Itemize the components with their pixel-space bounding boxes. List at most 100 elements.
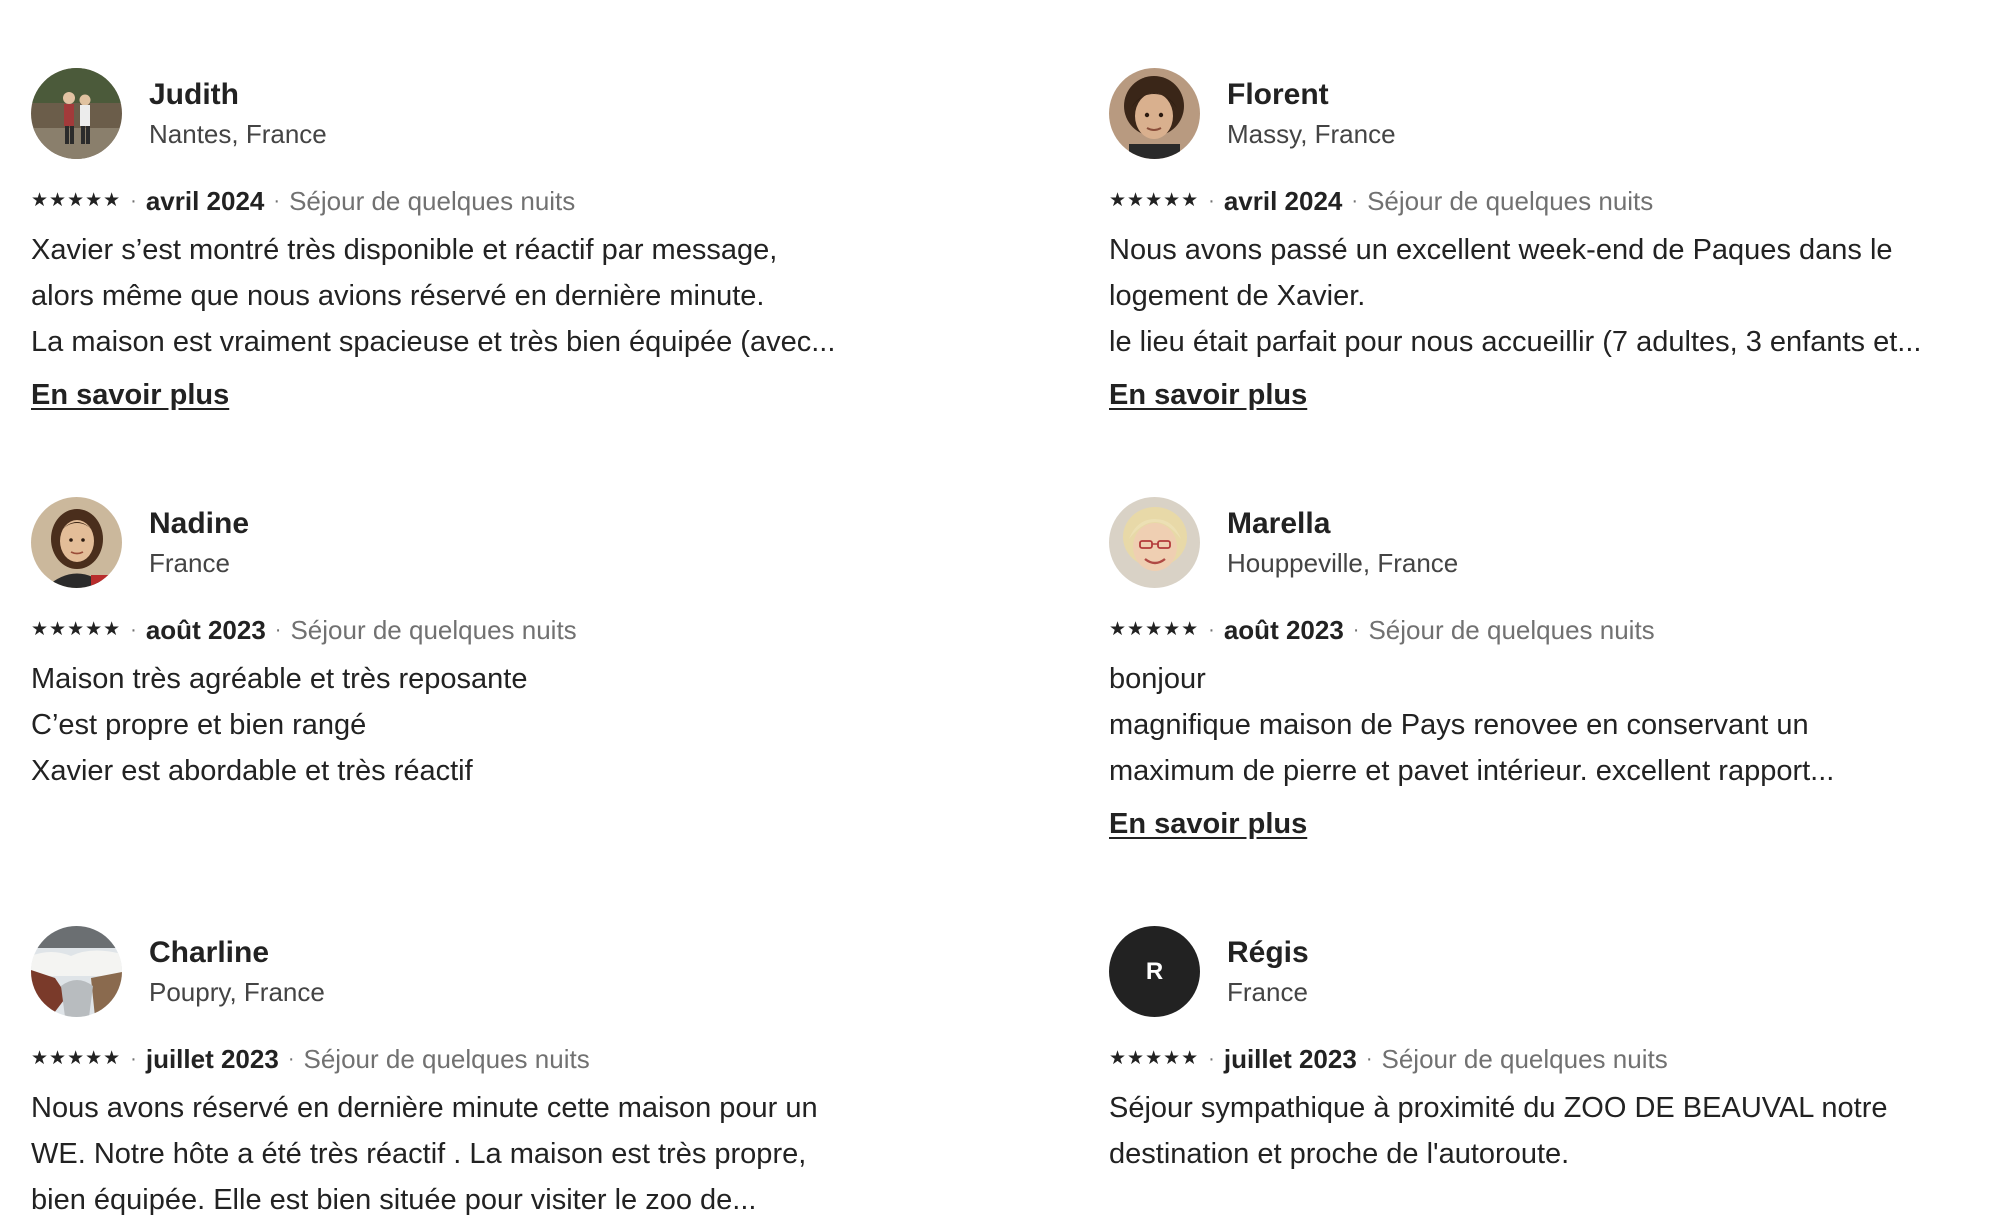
review-line: destination et proche de l'autoroute. [1109, 1138, 1570, 1170]
separator-dot: · [1208, 619, 1215, 641]
avatar[interactable] [31, 926, 122, 1017]
reviewer-location: Houppeville, France [1227, 547, 1459, 578]
avatar-photo-icon [31, 68, 122, 159]
review-card: Charline Poupry, France ★★★★★ · juillet … [0, 858, 1078, 1224]
review-line: logement de Xavier. [1109, 280, 1366, 312]
review-date: juillet 2023 [145, 1044, 279, 1074]
avatar[interactable] [31, 497, 122, 588]
review-card: Florent Massy, France ★★★★★ · avril 2024… [1078, 0, 2000, 429]
reviewer-info: Marella Houppeville, France [1227, 506, 1458, 580]
reviewer-info: Nadine France [149, 506, 249, 580]
review-date: avril 2024 [1223, 186, 1343, 216]
read-more-link[interactable]: En savoir plus [1109, 379, 1307, 412]
review-line: le lieu était parfait pour nous accueill… [1109, 326, 1922, 358]
stay-type: Séjour de quelques nuits [1368, 615, 1655, 645]
review-header: Nadine France [31, 497, 1078, 588]
reviewer-name: Florent [1227, 77, 1329, 111]
review-text: Xavier s’est montré très disponible et r… [31, 227, 921, 365]
avatar-initial: R [1145, 957, 1164, 985]
review-line: bonjour [1109, 663, 1206, 695]
review-line: bien équipée. Elle est bien située pour … [31, 1184, 757, 1216]
review-line: WE. Notre hôte a été très réactif . La m… [31, 1138, 807, 1170]
reviewer-location: Nantes, France [149, 118, 327, 149]
review-meta: ★★★★★ · avril 2024 · Séjour de quelques … [1109, 185, 2000, 217]
separator-dot: · [130, 619, 137, 641]
review-line: Nous avons passé un excellent week-end d… [1109, 234, 1893, 266]
reviewer-info: Charline Poupry, France [149, 935, 325, 1009]
avatar[interactable] [31, 68, 122, 159]
stay-type: Séjour de quelques nuits [290, 615, 577, 645]
separator-dot: · [130, 190, 137, 212]
review-line: magnifique maison de Pays renovee en con… [1109, 709, 1809, 741]
review-header: Marella Houppeville, France [1109, 497, 2000, 588]
read-more-link[interactable]: En savoir plus [1109, 808, 1307, 841]
review-meta: ★★★★★ · août 2023 · Séjour de quelques n… [1109, 614, 2000, 646]
review-meta: ★★★★★ · avril 2024 · Séjour de quelques … [31, 185, 1078, 217]
separator-dot: · [274, 619, 282, 641]
review-line: La maison est vraiment spacieuse et très… [31, 326, 836, 358]
stay-type: Séjour de quelques nuits [1367, 186, 1654, 216]
reviewer-info: Judith Nantes, France [149, 77, 327, 151]
avatar-photo-icon [31, 926, 122, 1017]
avatar[interactable] [1109, 497, 1200, 588]
review-header: Judith Nantes, France [31, 68, 1078, 159]
review-card: Marella Houppeville, France ★★★★★ · août… [1078, 429, 2000, 858]
reviewer-name: Nadine [149, 506, 250, 540]
rating-stars: ★★★★★ [31, 1048, 122, 1069]
separator-dot: · [1352, 619, 1360, 641]
reviewer-location: Massy, France [1227, 118, 1396, 149]
review-text: Nous avons réservé en dernière minute ce… [31, 1085, 921, 1223]
separator-dot: · [1208, 190, 1215, 212]
review-line: maximum de pierre et pavet intérieur. ex… [1109, 755, 1835, 787]
review-text: Maison très agréable et très reposante C… [31, 656, 921, 794]
review-date: août 2023 [1223, 615, 1344, 645]
reviewer-name: Charline [149, 935, 270, 969]
avatar[interactable]: R [1109, 926, 1200, 1017]
review-text: Nous avons passé un excellent week-end d… [1109, 227, 1999, 365]
review-date: août 2023 [145, 615, 266, 645]
review-line: Nous avons réservé en dernière minute ce… [31, 1092, 818, 1124]
review-meta: ★★★★★ · juillet 2023 · Séjour de quelque… [31, 1043, 1078, 1075]
review-date: juillet 2023 [1223, 1044, 1357, 1074]
review-header: R Régis France [1109, 926, 2000, 1017]
stay-type: Séjour de quelques nuits [303, 1044, 590, 1074]
reviewer-location: France [149, 547, 230, 578]
separator-dot: · [287, 1048, 295, 1070]
separator-dot: · [1365, 1048, 1373, 1070]
separator-dot: · [273, 190, 281, 212]
review-line: C’est propre et bien rangé [31, 709, 367, 741]
review-line: Xavier est abordable et très réactif [31, 755, 473, 787]
reviewer-location: France [1227, 976, 1308, 1007]
review-date: avril 2024 [145, 186, 265, 216]
review-line: Xavier s’est montré très disponible et r… [31, 234, 778, 266]
separator-dot: · [130, 1048, 137, 1070]
reviews-grid: Judith Nantes, France ★★★★★ · avril 2024… [0, 0, 2000, 1224]
review-card: R Régis France ★★★★★ · juillet 2023 · Sé… [1078, 858, 2000, 1224]
reviewer-location: Poupry, France [149, 976, 325, 1007]
avatar[interactable] [1109, 68, 1200, 159]
review-header: Florent Massy, France [1109, 68, 2000, 159]
review-line: Maison très agréable et très reposante [31, 663, 528, 695]
review-card: Judith Nantes, France ★★★★★ · avril 2024… [0, 0, 1078, 429]
avatar-photo-icon [1109, 68, 1200, 159]
review-meta: ★★★★★ · août 2023 · Séjour de quelques n… [31, 614, 1078, 646]
rating-stars: ★★★★★ [31, 190, 122, 211]
reviewer-name: Marella [1227, 506, 1331, 540]
separator-dot: · [1208, 1048, 1215, 1070]
review-meta: ★★★★★ · juillet 2023 · Séjour de quelque… [1109, 1043, 2000, 1075]
avatar-photo-icon [31, 497, 122, 588]
rating-stars: ★★★★★ [1109, 190, 1200, 211]
reviewer-info: Florent Massy, France [1227, 77, 1396, 151]
reviewer-name: Régis [1227, 935, 1309, 969]
review-card: Nadine France ★★★★★ · août 2023 · Séjour… [0, 429, 1078, 858]
stay-type: Séjour de quelques nuits [1381, 1044, 1668, 1074]
avatar-photo-icon [1109, 497, 1200, 588]
review-line: Séjour sympathique à proximité du ZOO DE… [1109, 1092, 1888, 1124]
review-text: bonjour magnifique maison de Pays renove… [1109, 656, 1999, 794]
review-text: Séjour sympathique à proximité du ZOO DE… [1109, 1085, 1999, 1177]
stay-type: Séjour de quelques nuits [289, 186, 576, 216]
rating-stars: ★★★★★ [1109, 619, 1200, 640]
read-more-link[interactable]: En savoir plus [31, 379, 229, 412]
reviewer-name: Judith [149, 77, 239, 111]
review-header: Charline Poupry, France [31, 926, 1078, 1017]
